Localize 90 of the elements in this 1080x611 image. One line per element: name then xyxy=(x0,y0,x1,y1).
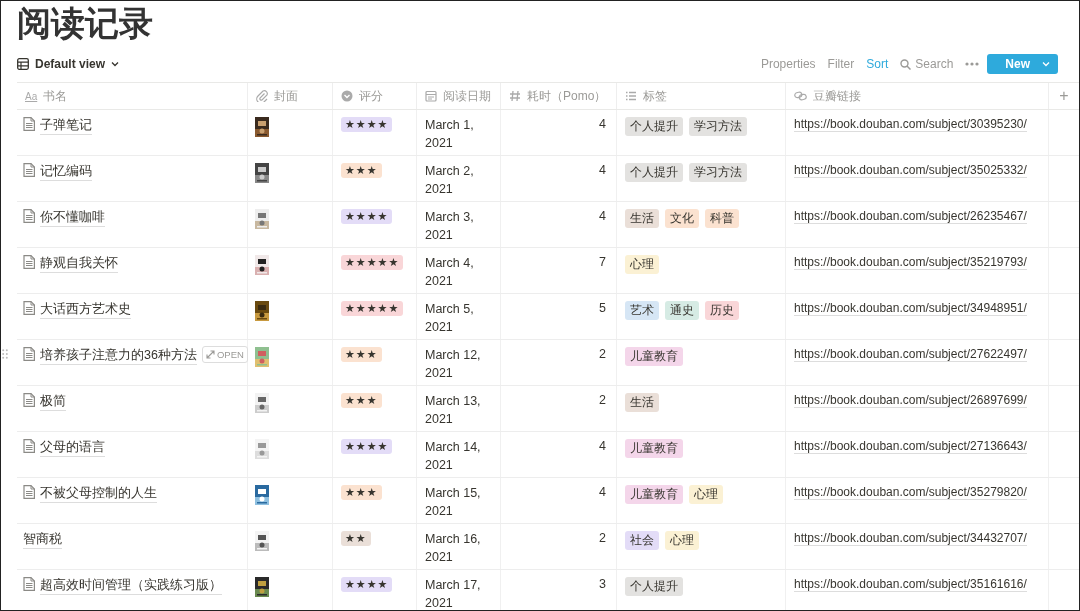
date-text: March 5, 2021 xyxy=(425,302,474,334)
expand-icon xyxy=(205,350,215,359)
rating-tag: ★★★ xyxy=(341,163,382,178)
tag: 生活 xyxy=(625,209,659,228)
date-text: March 1, 2021 xyxy=(425,118,474,150)
caret-icon xyxy=(111,61,120,67)
tag: 儿童教育 xyxy=(625,439,683,458)
text-format-icon: Aa xyxy=(25,90,38,102)
douban-link[interactable]: https://book.douban.com/subject/35025332/ xyxy=(794,163,1027,178)
douban-link[interactable]: https://book.douban.com/subject/27622497/ xyxy=(794,347,1027,362)
pomo-count: 7 xyxy=(599,255,606,269)
date-text: March 2, 2021 xyxy=(425,164,474,196)
pomo-count: 3 xyxy=(599,577,606,591)
date-text: March 16, 2021 xyxy=(425,532,481,564)
date-text: March 13, 2021 xyxy=(425,394,481,426)
douban-link[interactable]: https://book.douban.com/subject/35219793/ xyxy=(794,255,1027,270)
douban-link[interactable]: https://book.douban.com/subject/35279820/ xyxy=(794,485,1027,500)
tag: 学习方法 xyxy=(689,163,747,182)
search-icon xyxy=(900,58,912,70)
rating-tag: ★★★ xyxy=(341,393,382,408)
book-title[interactable]: 静观自我关怀 xyxy=(40,255,118,273)
tag: 心理 xyxy=(665,531,699,550)
pomo-count: 2 xyxy=(599,393,606,407)
pomo-count: 4 xyxy=(599,209,606,223)
pomo-count: 5 xyxy=(599,301,606,315)
date-text: March 15, 2021 xyxy=(425,486,481,518)
list-icon xyxy=(625,90,637,102)
rating-tag: ★★★★ xyxy=(341,117,393,132)
book-title[interactable]: 超高效时间管理（实践练习版） xyxy=(40,577,222,595)
book-title[interactable]: 子弹笔记 xyxy=(40,117,92,135)
douban-link[interactable]: https://book.douban.com/subject/34432707/ xyxy=(794,531,1027,546)
book-title[interactable]: 记忆编码 xyxy=(40,163,92,181)
rating-tag: ★★★★★ xyxy=(341,301,404,316)
tag: 个人提升 xyxy=(625,117,683,136)
tag: 儿童教育 xyxy=(625,485,683,504)
douban-link[interactable]: https://book.douban.com/subject/26235467/ xyxy=(794,209,1027,224)
hash-icon xyxy=(509,90,521,102)
tag: 心理 xyxy=(625,255,659,274)
tag: 科普 xyxy=(705,209,739,228)
book-title[interactable]: 你不懂咖啡 xyxy=(40,209,105,227)
paperclip-icon xyxy=(256,90,268,102)
book-title[interactable]: 培养孩子注意力的36种方法 xyxy=(40,347,197,365)
view-switcher[interactable]: Default view xyxy=(17,57,120,71)
pomo-count: 4 xyxy=(599,117,606,131)
date-text: March 3, 2021 xyxy=(425,210,474,242)
rating-tag: ★★ xyxy=(341,531,371,546)
date-text: March 17, 2021 xyxy=(425,578,481,610)
tag: 通史 xyxy=(665,301,699,320)
pomo-count: 4 xyxy=(599,163,606,177)
rating-tag: ★★★★★ xyxy=(341,255,404,270)
douban-link[interactable]: https://book.douban.com/subject/30395230/ xyxy=(794,117,1027,132)
date-text: March 4, 2021 xyxy=(425,256,474,288)
tag: 社会 xyxy=(625,531,659,550)
tag: 心理 xyxy=(689,485,723,504)
book-title[interactable]: 父母的语言 xyxy=(40,439,105,457)
tag: 艺术 xyxy=(625,301,659,320)
chevron-circle-icon xyxy=(341,90,353,102)
drag-handle-icon[interactable] xyxy=(2,349,8,359)
book-title[interactable]: 极简 xyxy=(40,393,66,411)
pomo-count: 2 xyxy=(599,531,606,545)
caret-icon xyxy=(1042,61,1050,67)
tag: 历史 xyxy=(705,301,739,320)
book-title[interactable]: 大话西方艺术史 xyxy=(40,301,131,319)
douban-link[interactable]: https://book.douban.com/subject/27136643/ xyxy=(794,439,1027,454)
tag: 生活 xyxy=(625,393,659,412)
douban-link[interactable]: https://book.douban.com/subject/35161616/ xyxy=(794,577,1027,592)
table-icon xyxy=(17,58,29,70)
link-icon xyxy=(794,90,807,102)
tag: 学习方法 xyxy=(689,117,747,136)
rating-tag: ★★★★ xyxy=(341,577,393,592)
pomo-count: 4 xyxy=(599,485,606,499)
rating-tag: ★★★ xyxy=(341,347,382,362)
douban-link[interactable]: https://book.douban.com/subject/34948951/ xyxy=(794,301,1027,316)
rating-tag: ★★★ xyxy=(341,485,382,500)
book-title[interactable]: 不被父母控制的人生 xyxy=(40,485,157,503)
book-title[interactable]: 智商税 xyxy=(23,531,62,549)
page-title: 阅读记录 xyxy=(17,3,154,44)
tag: 文化 xyxy=(665,209,699,228)
douban-link[interactable]: https://book.douban.com/subject/26897699/ xyxy=(794,393,1027,408)
more-icon[interactable] xyxy=(965,62,980,66)
rating-tag: ★★★★ xyxy=(341,209,393,224)
date-text: March 14, 2021 xyxy=(425,440,481,472)
tag: 个人提升 xyxy=(625,163,683,182)
date-text: March 12, 2021 xyxy=(425,348,481,380)
pomo-count: 4 xyxy=(599,439,606,453)
rating-tag: ★★★★ xyxy=(341,439,393,454)
calendar-icon xyxy=(425,90,437,102)
pomo-count: 2 xyxy=(599,347,606,361)
tag: 儿童教育 xyxy=(625,347,683,366)
tag: 个人提升 xyxy=(625,577,683,596)
